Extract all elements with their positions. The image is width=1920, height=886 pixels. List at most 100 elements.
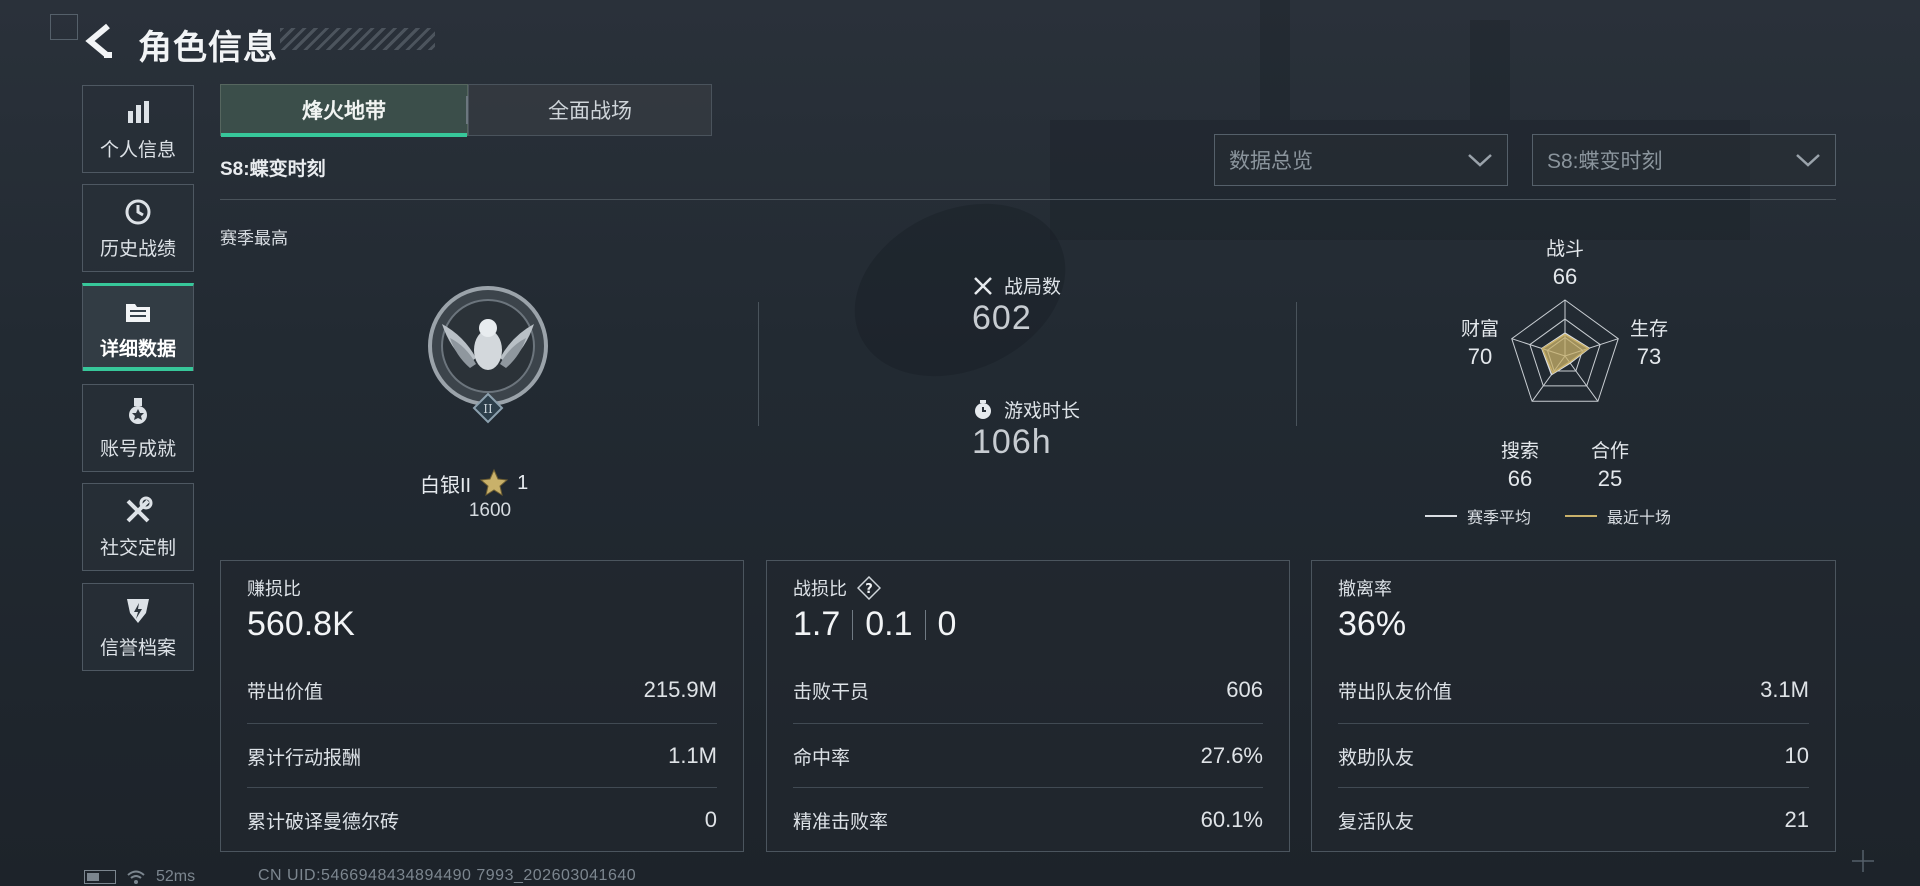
- radar-chart: 战斗 66 生存 73 财富 70 搜索 66 合作 25: [1440, 234, 1690, 504]
- radar-label-coop: 合作: [1590, 441, 1629, 462]
- shield-bolt-icon: [127, 598, 149, 623]
- radar-label-wealth: 财富: [1460, 319, 1499, 340]
- rank-name: 白银II: [420, 474, 472, 497]
- view-dropdown-value: 数据总览: [1229, 150, 1313, 173]
- radar-value-survival: 73: [1636, 344, 1662, 369]
- tab-warzone[interactable]: 烽火地带: [220, 84, 468, 137]
- season-title: S8:蝶变时刻: [220, 159, 326, 180]
- stat-row-label: 累计破译曼德尔砖: [247, 811, 400, 833]
- stat-row: 复活队友 21: [1338, 787, 1809, 852]
- title-hatch-decoration: [280, 28, 435, 50]
- playtime-stat: 游戏时长 106h: [972, 396, 1080, 462]
- sidebar-item-history[interactable]: 历史战绩: [82, 184, 194, 272]
- stat-row: 精准击败率 60.1%: [793, 787, 1263, 852]
- legend-item-recent: 最近十场: [1565, 504, 1671, 528]
- stat-row-label: 复活队友: [1338, 811, 1415, 833]
- value-divider: [924, 609, 926, 640]
- tab-full-battlefield[interactable]: 全面战场: [468, 84, 712, 136]
- stat-row-value: 606: [1226, 677, 1263, 702]
- rank-numeral: II: [483, 402, 493, 416]
- folder-icon: [126, 303, 150, 322]
- sidebar-item-label: 信誉档案: [99, 637, 176, 659]
- playtime-value: 106h: [972, 423, 1052, 461]
- sidebar-item-detailed-data[interactable]: 详细数据: [82, 283, 194, 371]
- season-dropdown-value: S8:蝶变时刻: [1547, 150, 1663, 173]
- radar-value-wealth: 70: [1467, 344, 1493, 369]
- tools-icon: [126, 496, 153, 522]
- sidebar-item-social[interactable]: 社交定制: [82, 483, 194, 571]
- stopwatch-icon: [975, 399, 991, 419]
- rank-line: 白银II 1: [420, 468, 560, 498]
- chevron-down-icon: [1796, 154, 1820, 167]
- stat-row-label: 精准击败率: [793, 811, 889, 833]
- status-bar: 52ms: [84, 868, 195, 886]
- radar-label-survival: 生存: [1629, 319, 1668, 340]
- page-title: 角色信息: [138, 29, 278, 67]
- stat-row-label: 累计行动报酬: [247, 747, 362, 769]
- stat-row-value: 10: [1784, 743, 1809, 768]
- profit-value: 560.8K: [247, 605, 355, 643]
- radar-value-search: 66: [1507, 466, 1533, 491]
- chevron-down-icon: [1468, 154, 1492, 167]
- ping-value: 52ms: [156, 868, 196, 885]
- stat-row-label: 击败干员: [793, 681, 870, 703]
- sidebar-item-personal-info[interactable]: 个人信息: [82, 85, 194, 173]
- sidebar-item-label: 社交定制: [99, 537, 176, 559]
- stat-row: 救助队友 10: [1338, 723, 1809, 788]
- combat-panel: 战损比 ? 1.7 0.1 0 击败干员 606 命中率 27.6% 精准击败率…: [766, 560, 1290, 852]
- corner-frame: [50, 14, 78, 40]
- stat-row-value: 215.9M: [643, 677, 717, 702]
- season-best-label: 赛季最高: [220, 229, 288, 248]
- uid-text: CN UID:5466948434894490 7993_20260304164…: [258, 867, 637, 884]
- value-divider: [852, 609, 854, 640]
- stat-row-label: 带出价值: [247, 681, 324, 703]
- tab-divider: [466, 96, 468, 124]
- radar-value-combat: 66: [1552, 264, 1578, 289]
- stat-row-label: 救助队友: [1338, 747, 1415, 769]
- column-divider: [1296, 302, 1297, 426]
- combat-title: 战损比: [793, 579, 847, 599]
- stat-row: 击败干员 606: [793, 658, 1263, 722]
- playtime-label: 游戏时长: [1004, 401, 1081, 422]
- legend-swatch: [1565, 515, 1598, 517]
- stat-row: 命中率 27.6%: [793, 723, 1263, 788]
- combat-kd-value: 1.7: [793, 605, 841, 643]
- wifi-icon: [127, 870, 145, 884]
- sidebar-item-credit[interactable]: 信誉档案: [82, 583, 194, 671]
- stat-row: 带出价值 215.9M: [247, 658, 717, 722]
- stat-row-value: 21: [1784, 807, 1809, 832]
- sidebar-item-label: 个人信息: [99, 139, 176, 161]
- battery-icon: [84, 870, 116, 884]
- extract-panel: 撤离率 36% 带出队友价值 3.1M 救助队友 10 复活队友 21: [1311, 560, 1836, 852]
- combat-second-value: 0.1: [865, 605, 913, 643]
- view-dropdown[interactable]: 数据总览: [1214, 134, 1508, 186]
- stat-row-label: 命中率: [793, 747, 851, 769]
- legend-swatch: [1425, 515, 1457, 517]
- section-divider: [220, 199, 1836, 200]
- stat-row-value: 1.1M: [668, 743, 717, 768]
- sidebar-item-achievements[interactable]: 账号成就: [82, 384, 194, 472]
- rank-stars: 1: [517, 471, 529, 494]
- extract-value: 36%: [1338, 605, 1407, 643]
- stat-row: 带出队友价值 3.1M: [1338, 658, 1809, 722]
- back-chevron-icon[interactable]: [82, 22, 116, 60]
- star-icon: [479, 468, 509, 497]
- profit-panel: 赚损比 560.8K 带出价值 215.9M 累计行动报酬 1.1M 累计破译曼…: [220, 560, 744, 852]
- radar-value-coop: 25: [1597, 466, 1623, 491]
- sidebar-item-label: 账号成就: [99, 438, 176, 460]
- sidebar-item-label: 历史战绩: [99, 238, 176, 260]
- plus-corner-icon: [1852, 850, 1874, 872]
- stat-row: 累计破译曼德尔砖 0: [247, 787, 717, 852]
- svg-text:?: ?: [865, 582, 873, 597]
- radar-label-combat: 战斗: [1545, 239, 1584, 260]
- rank-emblem-icon: II: [428, 286, 548, 424]
- radar-label-search: 搜索: [1500, 441, 1539, 462]
- legend-item-season-avg: 赛季平均: [1425, 504, 1531, 528]
- history-clock-icon: [125, 199, 151, 224]
- stat-row: 累计行动报酬 1.1M: [247, 723, 717, 788]
- season-dropdown[interactable]: S8:蝶变时刻: [1532, 134, 1836, 186]
- help-icon[interactable]: ?: [857, 576, 881, 600]
- bar-chart-icon: [128, 100, 149, 123]
- stat-row-value: 3.1M: [1760, 677, 1809, 702]
- matches-value: 602: [972, 299, 1032, 337]
